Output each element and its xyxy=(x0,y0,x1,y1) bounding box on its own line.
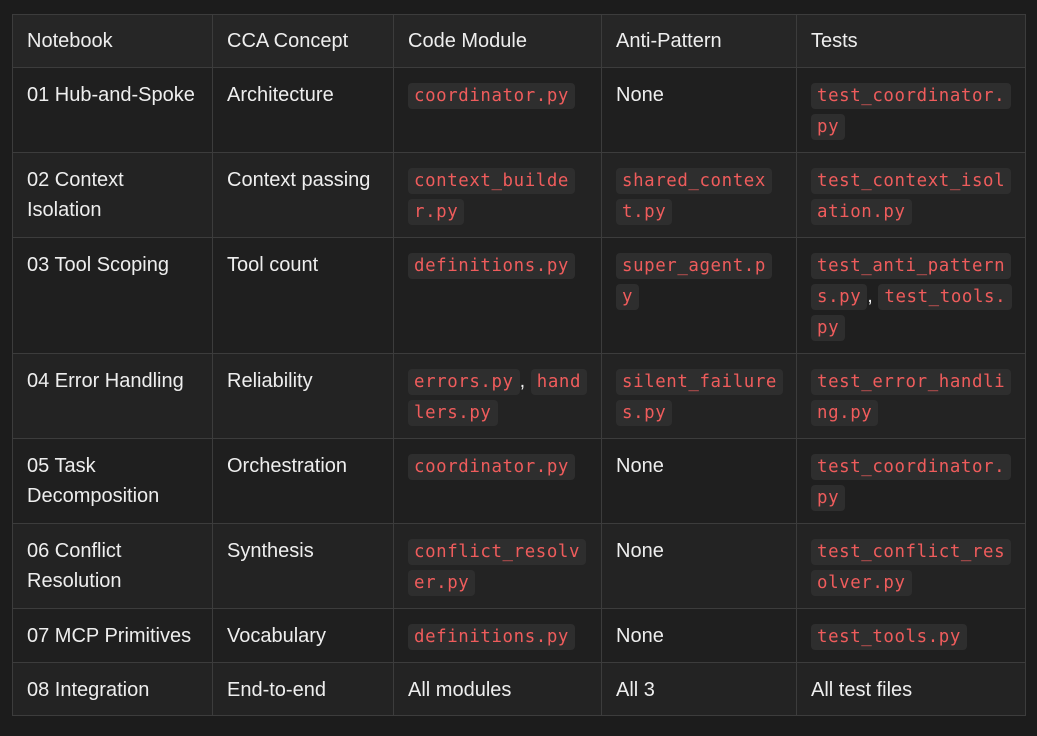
table-row: 08 Integration End-to-end All modules All 3… xyxy=(12,662,1026,716)
notebook-mapping-table: Notebook CCA Concept Code Module Anti-Pa… xyxy=(12,14,1026,716)
cell-cca-concept: Tool count xyxy=(212,237,394,354)
cell-notebook: 06 Conflict Resolution xyxy=(12,523,213,609)
cell-anti-pattern: silent_failures.py xyxy=(601,353,797,439)
code-filename: definitions.py xyxy=(408,624,575,650)
cell-code-module: coordinator.py xyxy=(393,438,602,524)
cell-cca-concept: Vocabulary xyxy=(212,608,394,663)
cell-cca-concept: Reliability xyxy=(212,353,394,439)
code-filename: context_builder.py xyxy=(408,168,575,225)
cell-code-module: coordinator.py xyxy=(393,67,602,153)
header-code-module: Code Module xyxy=(393,14,602,68)
code-filename: test_tools.py xyxy=(811,624,967,650)
table-header-row: Notebook CCA Concept Code Module Anti-Pa… xyxy=(12,14,1026,68)
code-filename: conflict_resolver.py xyxy=(408,539,587,596)
cell-anti-pattern: None xyxy=(601,67,797,153)
cell-tests: test_coordinator.py xyxy=(796,67,1026,153)
cell-text: All test files xyxy=(811,679,913,701)
code-filename: silent_failures.py xyxy=(616,369,783,426)
cell-tests: test_conflict_resolver.py xyxy=(796,523,1026,609)
cell-anti-pattern: shared_context.py xyxy=(601,152,797,238)
code-filename: test_coordinator.py xyxy=(811,454,1012,511)
cell-text: None xyxy=(616,455,664,477)
code-filename: test_conflict_resolver.py xyxy=(811,539,1012,596)
code-filename: super_agent.py xyxy=(616,253,772,310)
table-row: 06 Conflict Resolution Synthesis conflict_… xyxy=(12,523,1026,609)
code-filename: test_coordinator.py xyxy=(811,83,1012,140)
cell-anti-pattern: None xyxy=(601,608,797,663)
cell-cca-concept: Synthesis xyxy=(212,523,394,609)
cell-code-module: errors.py, handlers.py xyxy=(393,353,602,439)
cell-code-module: context_builder.py xyxy=(393,152,602,238)
code-filename: test_context_isolation.py xyxy=(811,168,1012,225)
cell-text: All 3 xyxy=(616,679,655,701)
header-tests: Tests xyxy=(796,14,1026,68)
cell-text: None xyxy=(616,84,664,106)
cell-tests: All test files xyxy=(796,662,1026,716)
cell-cca-concept: Orchestration xyxy=(212,438,394,524)
cell-anti-pattern: None xyxy=(601,438,797,524)
cell-anti-pattern: None xyxy=(601,523,797,609)
cell-notebook: 05 Task Decomposition xyxy=(12,438,213,524)
header-anti-pattern: Anti-Pattern xyxy=(601,14,797,68)
table-row: 04 Error Handling Reliability errors.py, h… xyxy=(12,353,1026,439)
separator: , xyxy=(867,285,879,307)
cell-notebook: 02 Context Isolation xyxy=(12,152,213,238)
cell-cca-concept: End-to-end xyxy=(212,662,394,716)
header-cca-concept: CCA Concept xyxy=(212,14,394,68)
cell-cca-concept: Context passing xyxy=(212,152,394,238)
code-filename: coordinator.py xyxy=(408,83,575,109)
cell-text: None xyxy=(616,625,664,647)
table-row: 03 Tool Scoping Tool count definitions.py s… xyxy=(12,237,1026,354)
code-filename: errors.py xyxy=(408,369,520,395)
cell-code-module: conflict_resolver.py xyxy=(393,523,602,609)
cell-notebook: 07 MCP Primitives xyxy=(12,608,213,663)
table-row: 05 Task Decomposition Orchestration coordi… xyxy=(12,438,1026,524)
cell-cca-concept: Architecture xyxy=(212,67,394,153)
cell-notebook: 04 Error Handling xyxy=(12,353,213,439)
cell-notebook: 08 Integration xyxy=(12,662,213,716)
cell-text: None xyxy=(616,540,664,562)
cell-code-module: definitions.py xyxy=(393,608,602,663)
cell-code-module: definitions.py xyxy=(393,237,602,354)
cell-notebook: 03 Tool Scoping xyxy=(12,237,213,354)
cell-text: All modules xyxy=(408,679,512,701)
cell-code-module: All modules xyxy=(393,662,602,716)
table-row: 07 MCP Primitives Vocabulary definitions.p… xyxy=(12,608,1026,663)
table-row: 02 Context Isolation Context passing conte… xyxy=(12,152,1026,238)
cell-tests: test_context_isolation.py xyxy=(796,152,1026,238)
separator: , xyxy=(519,370,531,392)
cell-anti-pattern: All 3 xyxy=(601,662,797,716)
code-filename: shared_context.py xyxy=(616,168,772,225)
table-body: 01 Hub-and-Spoke Architecture coordinator.… xyxy=(12,67,1026,716)
cell-tests: test_anti_patterns.py, test_tools.py xyxy=(796,237,1026,354)
cell-anti-pattern: super_agent.py xyxy=(601,237,797,354)
header-notebook: Notebook xyxy=(12,14,213,68)
cell-notebook: 01 Hub-and-Spoke xyxy=(12,67,213,153)
cell-tests: test_error_handling.py xyxy=(796,353,1026,439)
cell-tests: test_coordinator.py xyxy=(796,438,1026,524)
table-row: 01 Hub-and-Spoke Architecture coordinator.… xyxy=(12,67,1026,153)
code-filename: coordinator.py xyxy=(408,454,575,480)
code-filename: test_error_handling.py xyxy=(811,369,1012,426)
cell-tests: test_tools.py xyxy=(796,608,1026,663)
code-filename: definitions.py xyxy=(408,253,575,279)
